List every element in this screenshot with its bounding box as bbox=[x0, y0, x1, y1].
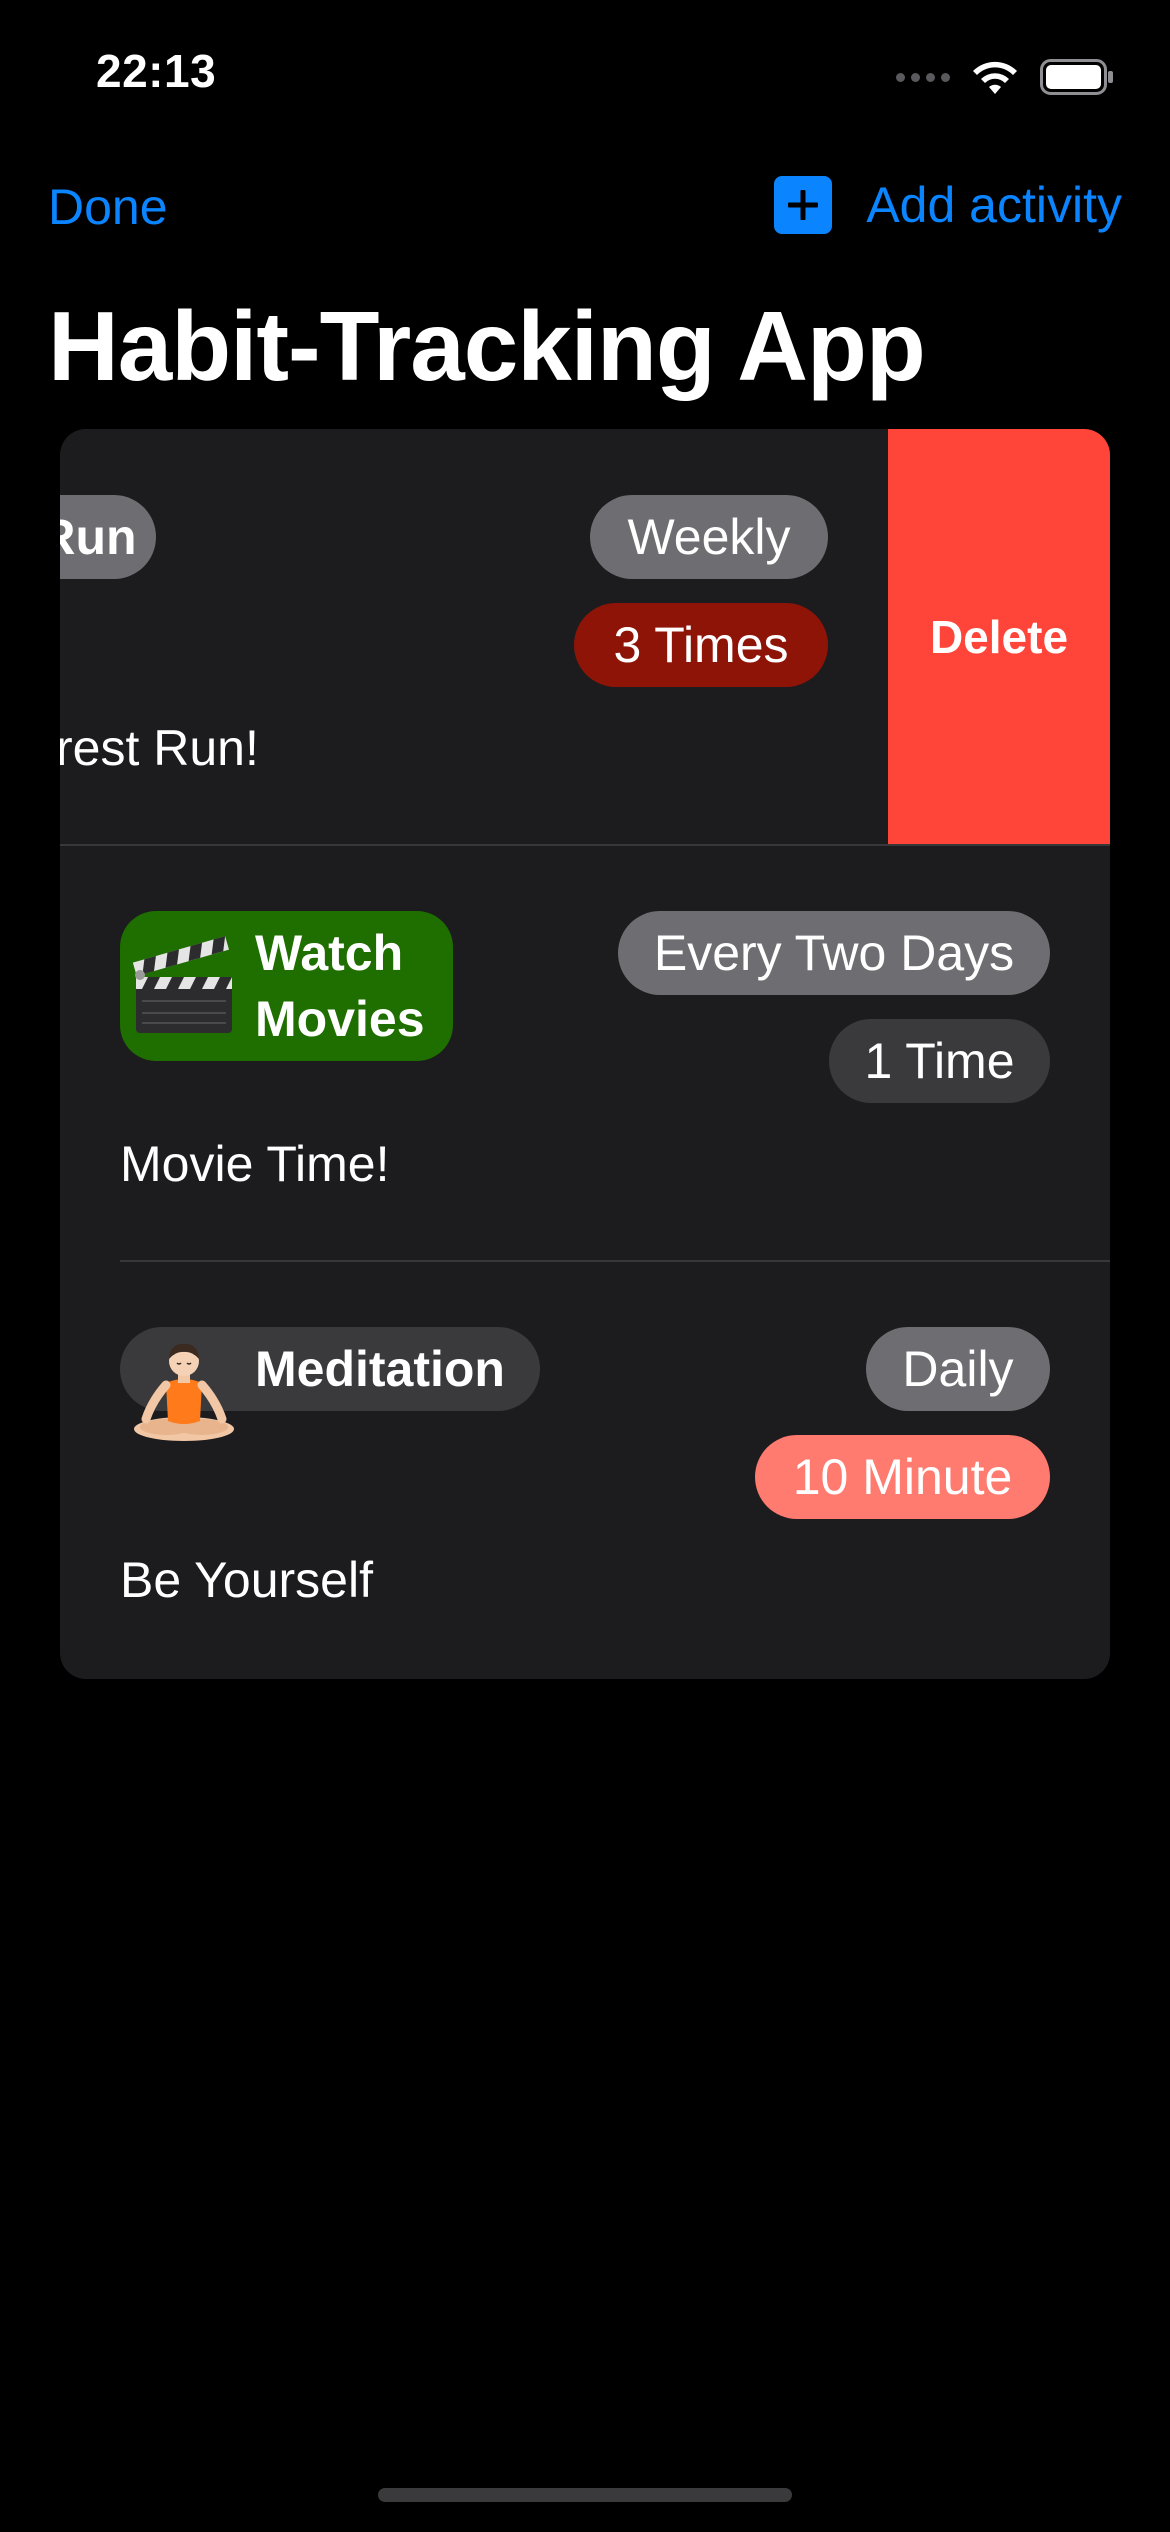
add-activity-label: Add activity bbox=[866, 177, 1122, 233]
cellular-signal-icon bbox=[896, 72, 950, 82]
wifi-icon bbox=[973, 61, 1017, 94]
list-item[interactable]: Run Weekly 3 Times rest Run! Delete bbox=[60, 429, 1110, 844]
list-item[interactable]: Watch Movies Every Two Days 1 Time Movie… bbox=[60, 846, 1110, 1259]
frequency-badge: Every Two Days bbox=[618, 911, 1050, 995]
screen: 22:13 Done Add activity Habit-Tracking A… bbox=[0, 0, 1170, 2532]
activity-note: rest Run! bbox=[60, 720, 259, 776]
list-item[interactable]: Meditation Daily 10 Minute Be Yourself bbox=[60, 1262, 1110, 1679]
plus-icon bbox=[774, 176, 833, 234]
delete-button[interactable]: Delete bbox=[888, 429, 1110, 844]
page-title: Habit-Tracking App bbox=[48, 291, 926, 401]
activity-name-pill: Run bbox=[60, 495, 156, 579]
count-badge: 1 Time bbox=[829, 1019, 1050, 1103]
clapper-board-icon bbox=[126, 927, 242, 1043]
activity-name: Meditation bbox=[255, 1341, 505, 1397]
activity-note: Be Yourself bbox=[120, 1552, 373, 1608]
activity-name-pill: Meditation bbox=[120, 1327, 540, 1441]
meditation-person-icon bbox=[126, 1335, 242, 1451]
list-item-content: Run Weekly 3 Times rest Run! bbox=[60, 429, 888, 844]
activity-name: Run bbox=[60, 509, 137, 565]
frequency-badge: Weekly bbox=[590, 495, 828, 579]
activity-name-line2: Movies bbox=[255, 991, 425, 1047]
activity-name-line1: Watch bbox=[255, 925, 404, 981]
home-indicator[interactable] bbox=[378, 2488, 792, 2502]
count-badge: 10 Minute bbox=[755, 1435, 1050, 1519]
activity-note: Movie Time! bbox=[120, 1136, 390, 1192]
status-icons bbox=[896, 52, 1114, 102]
done-button[interactable]: Done bbox=[48, 178, 168, 236]
status-time: 22:13 bbox=[96, 45, 217, 97]
activity-name-pill: Watch Movies bbox=[120, 911, 453, 1061]
activity-list: Run Weekly 3 Times rest Run! Delete bbox=[60, 429, 1110, 1679]
battery-icon bbox=[1040, 59, 1113, 95]
add-activity-button[interactable]: Add activity bbox=[774, 176, 1122, 234]
activity-name: Watch Movies bbox=[255, 920, 425, 1052]
frequency-badge: Daily bbox=[866, 1327, 1050, 1411]
count-badge: 3 Times bbox=[574, 603, 828, 687]
